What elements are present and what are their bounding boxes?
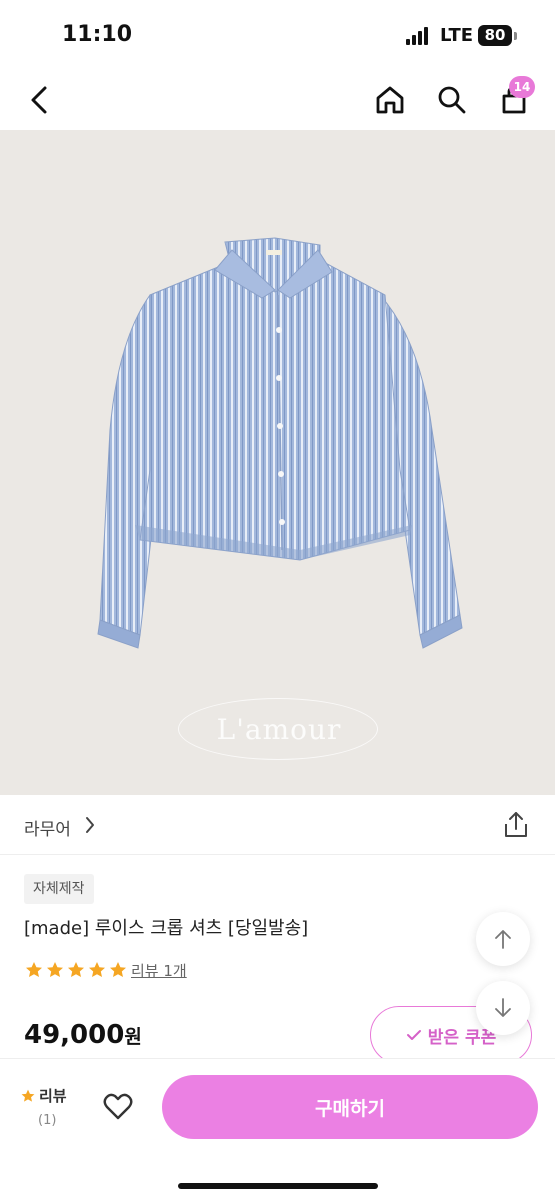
- battery-icon: 80: [478, 25, 512, 46]
- bottom-review[interactable]: 리뷰: [20, 1085, 67, 1106]
- price-unit: 원: [124, 1026, 142, 1048]
- top-nav: [0, 70, 555, 130]
- star-icon: [68, 962, 84, 977]
- bottom-review-count: (1): [38, 1113, 57, 1128]
- battery-tip: [514, 32, 517, 40]
- share-icon[interactable]: [502, 810, 530, 840]
- product-tag: 자체제작: [24, 874, 94, 904]
- arrow-down-icon: [495, 998, 511, 1017]
- star-icon: [89, 962, 105, 977]
- price-value: 49,000: [24, 1020, 125, 1050]
- star-icon: [110, 962, 126, 977]
- star-icon: [26, 962, 42, 977]
- chevron-right-icon: [84, 815, 96, 839]
- scroll-top-button[interactable]: [476, 912, 530, 966]
- product-image[interactable]: L'amour: [0, 130, 555, 795]
- check-icon: [406, 1030, 421, 1040]
- status-time: 11:10: [62, 22, 133, 47]
- buy-button[interactable]: 구매하기: [162, 1075, 538, 1139]
- home-indicator: [178, 1183, 378, 1189]
- shirt-illustration: [97, 237, 463, 649]
- review-count-link[interactable]: 리뷰 1개: [131, 960, 187, 981]
- product-price: 49,000원: [24, 1020, 142, 1050]
- signal-icon: [406, 27, 432, 45]
- store-row[interactable]: 라무어: [0, 795, 555, 855]
- watermark-text: L'amour: [216, 713, 342, 746]
- status-bar: 11:10 LTE 80: [0, 0, 555, 70]
- product-title: [made] 루이스 크롭 셔츠 [당일발송]: [24, 918, 309, 939]
- cart-count-badge: 14: [509, 76, 535, 98]
- scroll-bottom-button[interactable]: [476, 981, 530, 1035]
- bottom-action-bar: 리뷰 (1) 구매하기: [0, 1058, 555, 1200]
- bottom-review-label: 리뷰: [39, 1087, 67, 1105]
- store-name[interactable]: 라무어: [24, 815, 71, 840]
- brand-watermark: L'amour: [178, 698, 378, 760]
- star-icon: [47, 962, 63, 977]
- rating-stars: [24, 960, 128, 980]
- home-icon[interactable]: [368, 78, 412, 122]
- arrow-up-icon: [495, 930, 511, 949]
- search-icon[interactable]: [430, 78, 474, 122]
- network-label: LTE: [440, 25, 474, 46]
- back-icon[interactable]: [18, 78, 62, 122]
- star-icon: [21, 1089, 35, 1102]
- heart-icon[interactable]: [102, 1091, 134, 1121]
